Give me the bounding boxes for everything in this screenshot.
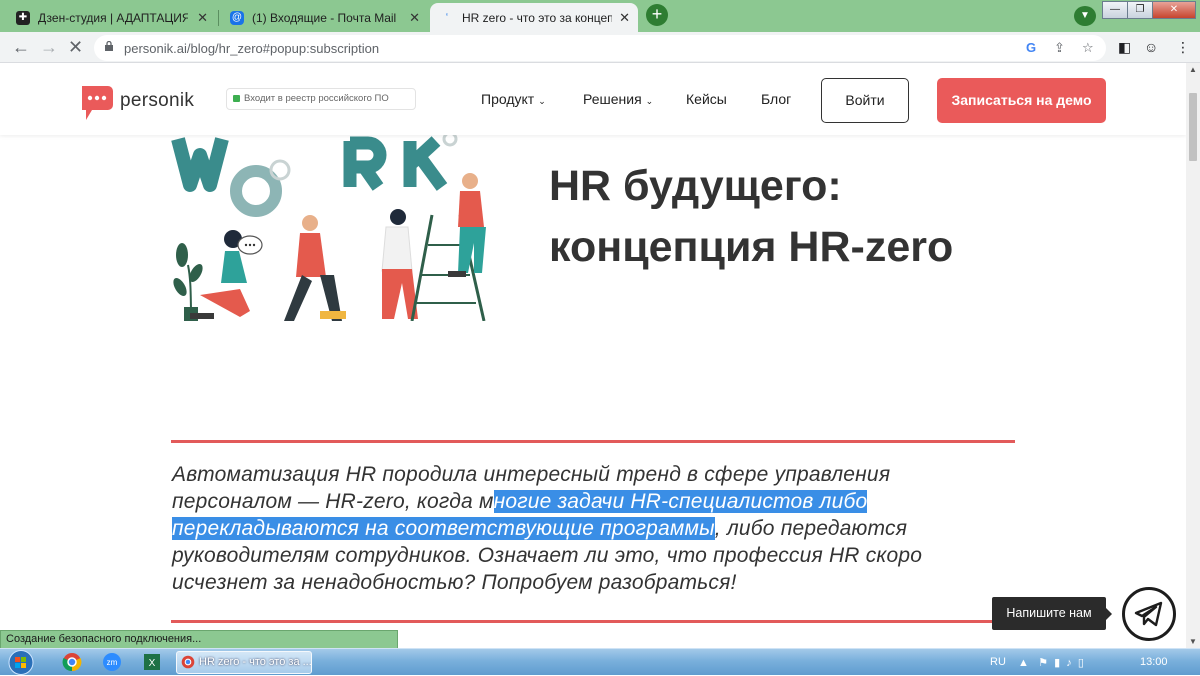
- registry-badge[interactable]: Входит в реестр российского ПО: [226, 88, 416, 110]
- nav-item-label: Продукт: [481, 91, 535, 107]
- forward-icon[interactable]: →: [40, 37, 58, 58]
- taskbar-chrome-window[interactable]: HR zero - что это за ...: [176, 651, 312, 674]
- windows-taskbar: zm X HR zero - что это за ... RU ▲ ⚑ ▮ ♪…: [0, 648, 1200, 675]
- personik-logo-icon[interactable]: [78, 82, 114, 124]
- taskbar-window-label: HR zero - что это за ...: [199, 656, 312, 668]
- tab-mail[interactable]: @ (1) Входящие - Почта Mail ✕: [220, 3, 428, 32]
- article-title-line: концепция HR-zero: [549, 223, 954, 271]
- scrollbar-thumb[interactable]: [1189, 93, 1197, 161]
- svg-text:zm: zm: [107, 658, 118, 667]
- volume-icon[interactable]: ♪: [1066, 657, 1072, 669]
- nav-item-cases[interactable]: Кейсы: [686, 91, 727, 107]
- tab-title: HR zero - что это за концепция: [462, 10, 612, 25]
- stop-icon[interactable]: ✕: [68, 37, 83, 58]
- tab-title: (1) Входящие - Почта Mail: [252, 10, 397, 25]
- browser-toolbar: ← → ✕ personik.ai/blog/hr_zero#popup:sub…: [0, 32, 1200, 63]
- logo-text[interactable]: personik: [120, 90, 194, 112]
- browser-status-bubble: Создание безопасного подключения...: [0, 630, 398, 648]
- excel-icon[interactable]: X: [142, 652, 162, 672]
- article-lead: Автоматизация HR породила интересный тре…: [172, 461, 972, 596]
- close-icon[interactable]: ✕: [619, 10, 630, 26]
- page-scrollbar[interactable]: ▲ ▼: [1186, 63, 1200, 648]
- close-icon[interactable]: ✕: [409, 10, 420, 26]
- loading-icon: ‘: [445, 12, 449, 23]
- write-us-tooltip[interactable]: Напишите нам: [992, 597, 1112, 630]
- mail-icon: @: [230, 10, 244, 25]
- nav-item-solutions[interactable]: Решения ⌄: [583, 91, 653, 107]
- nav-item-blog[interactable]: Блог: [761, 91, 791, 107]
- menu-icon[interactable]: ⋮: [1176, 39, 1190, 56]
- address-bar[interactable]: personik.ai/blog/hr_zero#popup:subscript…: [94, 35, 1106, 61]
- web-page: personik Входит в реестр российского ПО …: [0, 63, 1186, 648]
- action-center-icon[interactable]: ⚑: [1038, 657, 1048, 669]
- nav-item-label: Блог: [761, 91, 792, 107]
- article-title: HR будущего: концепция HR-zero: [549, 156, 1009, 278]
- language-indicator[interactable]: RU: [990, 656, 1006, 668]
- nav-item-product[interactable]: Продукт ⌄: [481, 91, 546, 107]
- tab-hr-zero[interactable]: ‘ HR zero - что это за концепция ✕: [430, 3, 638, 32]
- scroll-down-icon[interactable]: ▼: [1189, 637, 1197, 646]
- scroll-up-icon[interactable]: ▲: [1189, 65, 1197, 74]
- tab-dzen[interactable]: ✚ Дзен-студия | АДАПТАЦИЯ ЛЮДЕЙ ✕: [6, 3, 216, 32]
- url-text: personik.ai/blog/hr_zero#popup:subscript…: [124, 41, 380, 56]
- network-icon[interactable]: ▮: [1054, 657, 1060, 669]
- site-header: personik Входит в реестр российского ПО …: [0, 63, 1186, 135]
- battery-icon[interactable]: ▯: [1078, 657, 1084, 669]
- chevron-down-icon: ⌄: [538, 96, 546, 106]
- telegram-chat-button[interactable]: [1122, 587, 1176, 641]
- zoom-icon[interactable]: zm: [102, 652, 122, 672]
- system-tray[interactable]: ▲ ⚑ ▮ ♪ ▯: [1018, 656, 1084, 669]
- clock[interactable]: 13:00: [1140, 656, 1168, 668]
- login-button[interactable]: Войти: [821, 78, 909, 123]
- nav-item-label: Кейсы: [686, 91, 727, 107]
- lock-icon: [105, 41, 113, 51]
- back-icon[interactable]: ←: [12, 37, 30, 58]
- article-title-line: HR будущего:: [549, 162, 842, 210]
- hero-illustration: [171, 135, 486, 321]
- share-icon[interactable]: ⇪: [1054, 40, 1065, 56]
- telegram-icon: [1134, 601, 1163, 627]
- registry-badge-text: Входит в реестр российского ПО: [244, 93, 389, 104]
- close-window-button[interactable]: ✕: [1152, 1, 1196, 19]
- window-controls: — ❐ ✕: [1102, 1, 1196, 19]
- sidepanel-icon[interactable]: ◧: [1118, 39, 1131, 56]
- start-button[interactable]: [4, 649, 38, 676]
- minimize-button[interactable]: —: [1102, 1, 1128, 19]
- divider-top: [171, 440, 1015, 443]
- chrome-icon[interactable]: [62, 652, 82, 672]
- bookmark-star-icon[interactable]: ☆: [1082, 40, 1094, 56]
- chrome-icon: [181, 655, 195, 669]
- book-demo-button[interactable]: Записаться на демо: [937, 78, 1106, 123]
- svg-text:X: X: [149, 658, 156, 669]
- new-tab-button[interactable]: +: [646, 4, 668, 26]
- nav-item-label: Решения: [583, 91, 642, 107]
- browser-tab-strip: ✚ Дзен-студия | АДАПТАЦИЯ ЛЮДЕЙ ✕ @ (1) …: [0, 0, 1200, 32]
- close-icon[interactable]: ✕: [197, 10, 208, 26]
- dzen-icon: ✚: [16, 10, 30, 25]
- maximize-button[interactable]: ❐: [1127, 1, 1153, 19]
- tab-search-icon[interactable]: ▼: [1074, 6, 1096, 26]
- tray-expand-icon[interactable]: ▲: [1018, 657, 1029, 669]
- profile-avatar[interactable]: ☺: [1144, 39, 1158, 55]
- lock-icon: [233, 95, 240, 102]
- divider-bottom: [171, 620, 1015, 623]
- chevron-down-icon: ⌄: [645, 96, 654, 106]
- tab-title: Дзен-студия | АДАПТАЦИЯ ЛЮДЕЙ: [38, 10, 188, 25]
- google-translate-icon[interactable]: G: [1026, 40, 1036, 55]
